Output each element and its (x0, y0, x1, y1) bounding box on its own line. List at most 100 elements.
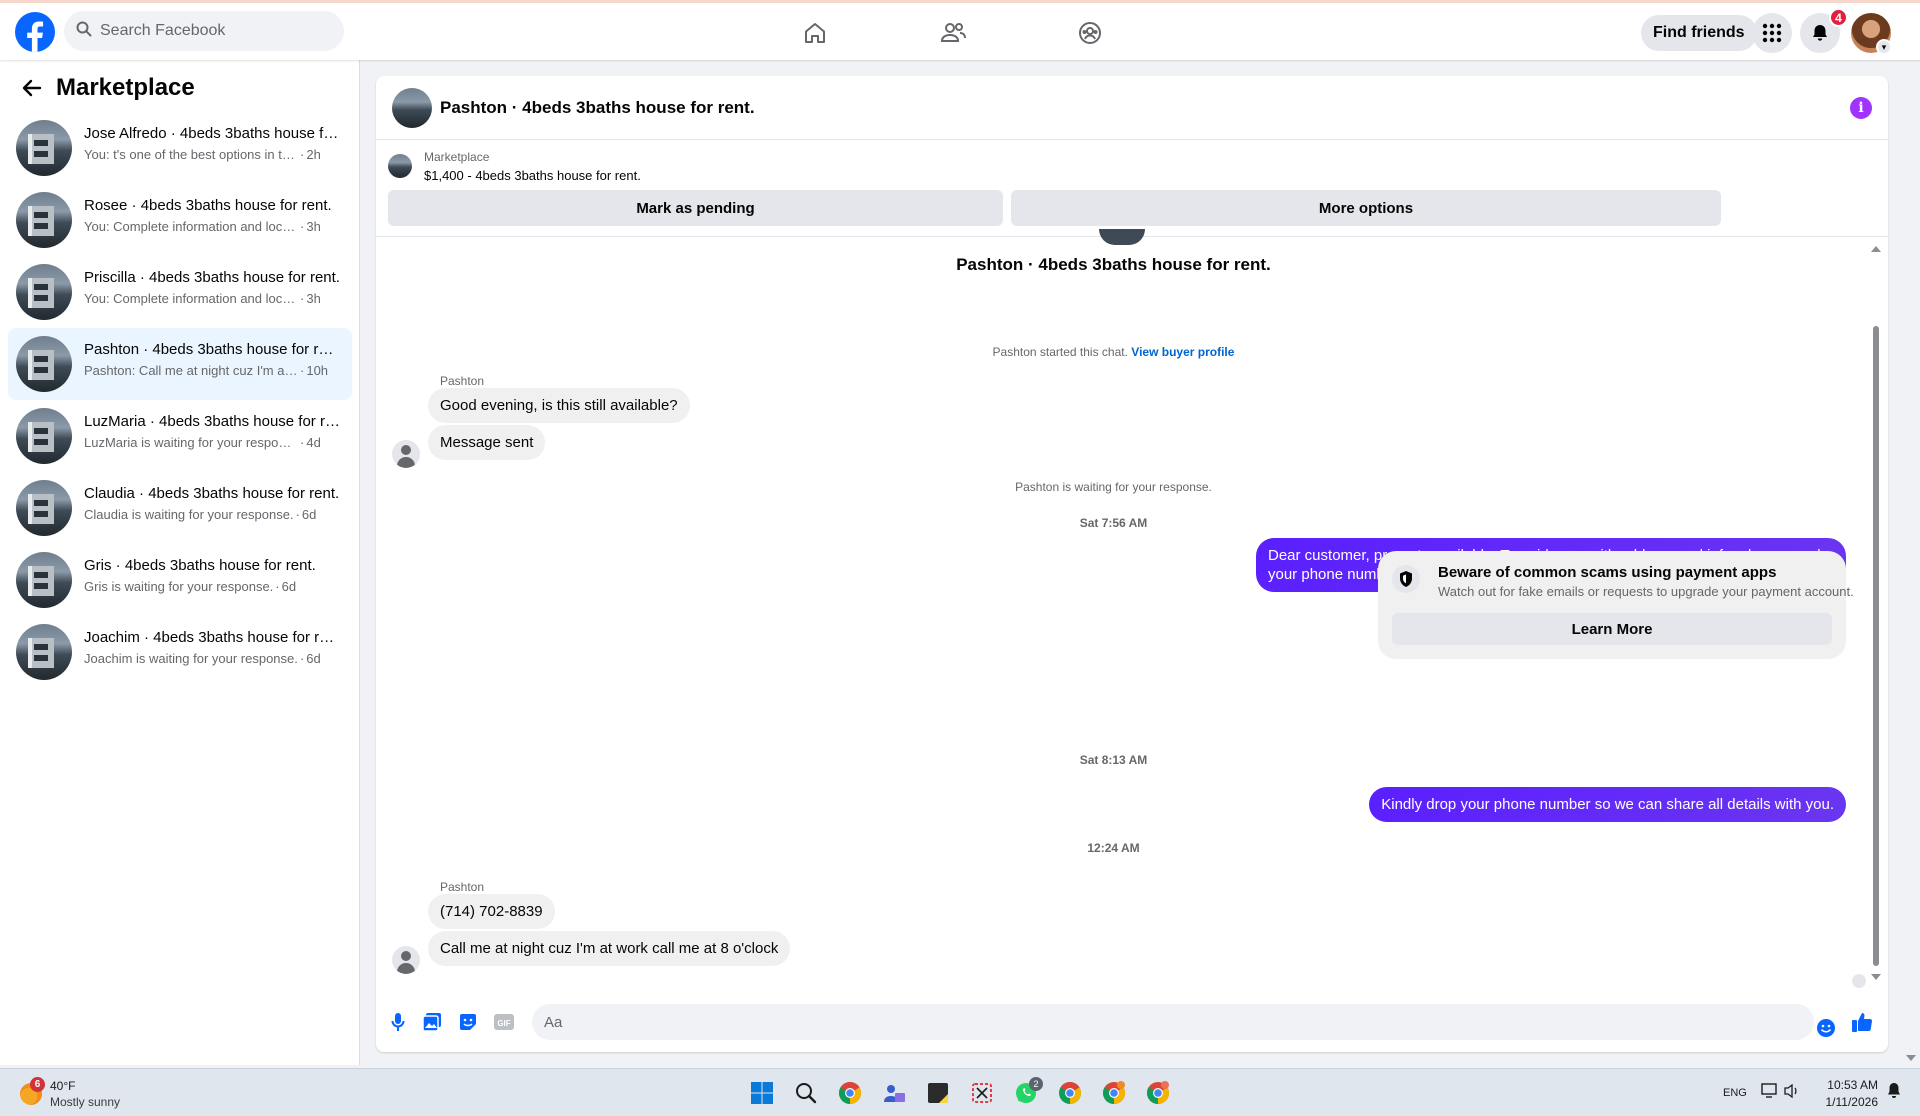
chat-started-text: Pashton started this chat. (992, 345, 1128, 359)
scam-warning-card: Beware of common scams using payment app… (1378, 551, 1854, 659)
view-buyer-profile-link[interactable]: View buyer profile (1131, 345, 1234, 359)
conversation-item[interactable]: LuzMaria · 4beds 3baths house for rent. … (8, 400, 352, 472)
search-bar[interactable] (64, 11, 344, 51)
sidebar-title: Marketplace (56, 74, 195, 101)
incoming-message[interactable]: Good evening, is this still available? (428, 388, 690, 423)
chrome-icon[interactable] (1056, 1079, 1084, 1107)
conversation-item[interactable]: Priscilla · 4beds 3baths house for rent.… (8, 256, 352, 328)
shield-icon (1392, 565, 1420, 593)
chrome-profile-3-icon[interactable] (1144, 1079, 1172, 1107)
groups-nav-icon[interactable] (1068, 15, 1112, 51)
scam-warning-title: Beware of common scams using payment app… (1438, 564, 1777, 581)
incoming-message[interactable]: Message sent (428, 425, 546, 460)
conversation-preview: LuzMaria is waiting for your response. · 4… (84, 435, 321, 450)
conversation-time: 6d (301, 507, 317, 522)
page-scroll-down-arrow-icon[interactable] (1906, 1055, 1916, 1061)
chrome-profile-2-icon[interactable] (1100, 1079, 1128, 1107)
listing-thumbnail-avatar (16, 552, 72, 608)
scroll-up-arrow-icon[interactable] (1871, 246, 1881, 252)
find-friends-button[interactable]: Find friends (1641, 15, 1757, 51)
gif-icon[interactable]: GIF (492, 1010, 516, 1034)
message-input[interactable] (532, 1004, 1814, 1040)
conversation-title: LuzMaria · 4beds 3baths house for rent. (84, 413, 340, 430)
weather-temperature[interactable]: 40°F (50, 1079, 75, 1093)
listing-thumbnail-avatar (16, 624, 72, 680)
sticker-icon[interactable] (456, 1010, 480, 1034)
conversation-snippet: LuzMaria is waiting for your response. (84, 435, 298, 450)
conversation-preview: You: Complete information and location · 3… (84, 219, 321, 234)
facebook-logo-icon[interactable] (15, 12, 55, 52)
people-app-icon[interactable] (880, 1079, 908, 1107)
sender-avatar[interactable] (392, 440, 420, 468)
message-composer: GIF (376, 996, 1888, 1052)
scam-warning-description: Watch out for fake emails or requests to… (1438, 584, 1854, 599)
conversation-item[interactable]: Rosee · 4beds 3baths house for rent. You… (8, 184, 352, 256)
sticky-notes-icon[interactable] (924, 1079, 952, 1107)
conversation-title: Rosee · 4beds 3baths house for rent. (84, 197, 332, 214)
waiting-notice: Pashton is waiting for your response. (1015, 480, 1212, 494)
thumbs-up-like-icon[interactable] (1850, 1010, 1874, 1034)
conversation-time: 10h (306, 363, 329, 378)
conversation-info-icon[interactable]: i (1850, 97, 1872, 119)
menu-grid-icon[interactable] (1752, 13, 1792, 53)
conversation-time: 6d (281, 579, 297, 594)
message-thread: Pashton · 4beds 3baths house for rent. P… (376, 229, 1888, 982)
scroll-down-arrow-icon[interactable] (1871, 974, 1881, 980)
conversation-snippet: Joachim is waiting for your response. (84, 651, 298, 666)
conversation-title: Pashton · 4beds 3baths house for rent. (84, 341, 340, 358)
thread-scrollbar[interactable] (1871, 246, 1881, 981)
mark-as-pending-button[interactable]: Mark as pending (388, 190, 1003, 226)
notification-center-bell-icon[interactable] (1884, 1081, 1904, 1101)
conversation-title: Claudia · 4beds 3baths house for rent. (84, 485, 340, 502)
windows-start-icon[interactable] (748, 1079, 776, 1107)
chat-header: Pashton · 4beds 3baths house for rent. i (376, 76, 1888, 140)
system-clock-date[interactable]: 1/11/2026 (1818, 1095, 1879, 1109)
volume-speaker-icon[interactable] (1782, 1081, 1802, 1101)
incoming-message[interactable]: Call me at night cuz I'm at work call me… (428, 931, 791, 966)
more-options-button[interactable]: More options (1011, 190, 1721, 226)
system-clock-time[interactable]: 10:53 AM (1818, 1078, 1878, 1092)
conversation-snippet: Claudia is waiting for your response. (84, 507, 294, 522)
taskbar-search-icon[interactable] (792, 1079, 820, 1107)
conversation-item[interactable]: Gris · 4beds 3baths house for rent. Gris… (8, 544, 352, 616)
conversation-item-active[interactable]: Pashton · 4beds 3baths house for rent. P… (8, 328, 352, 400)
conversation-preview: You: t's one of the best options in this… (84, 147, 321, 162)
friends-nav-icon[interactable] (931, 15, 975, 51)
conversation-item[interactable]: Jose Alfredo · 4beds 3baths house for re… (8, 112, 352, 184)
listing-thumbnail-avatar (16, 408, 72, 464)
photo-attach-icon[interactable] (420, 1010, 444, 1034)
input-language-indicator[interactable]: ENG (1723, 1087, 1747, 1099)
emoji-icon[interactable] (1814, 1016, 1838, 1040)
timestamp-divider: 12:24 AM (1087, 841, 1140, 855)
incoming-message[interactable]: (714) 702-8839 (428, 894, 555, 929)
account-chevron-down-icon[interactable]: ▾ (1876, 39, 1892, 55)
sender-avatar[interactable] (392, 946, 420, 974)
back-arrow-icon[interactable] (16, 72, 48, 104)
listing-price-title: $1,400 - 4beds 3baths house for rent. (424, 168, 641, 183)
windows-taskbar: 6 40°F Mostly sunny 2 ENG 10:53 AM 1/11/… (0, 1068, 1920, 1116)
chat-panel: Pashton · 4beds 3baths house for rent. i… (376, 76, 1888, 1052)
conversation-title: Joachim · 4beds 3baths house for rent. (84, 629, 340, 646)
chat-avatar[interactable] (392, 88, 432, 128)
listing-thumbnail-avatar (16, 264, 72, 320)
chat-title[interactable]: Pashton · 4beds 3baths house for rent. (440, 98, 755, 118)
home-nav-icon[interactable] (793, 15, 837, 51)
conversation-item[interactable]: Claudia · 4beds 3baths house for rent. C… (8, 472, 352, 544)
svg-text:GIF: GIF (497, 1019, 510, 1028)
conversation-item[interactable]: Joachim · 4beds 3baths house for rent. J… (8, 616, 352, 688)
search-input[interactable] (100, 22, 320, 40)
chrome-profile-icon[interactable] (836, 1079, 864, 1107)
microphone-icon[interactable] (386, 1010, 410, 1034)
conversation-preview: Claudia is waiting for your response. · 6d (84, 507, 317, 522)
conversation-preview: Pashton: Call me at night cuz I'm at wor… (84, 363, 329, 378)
scrollbar-thumb[interactable] (1873, 326, 1879, 966)
listing-thumbnail-avatar (16, 120, 72, 176)
outgoing-message[interactable]: Kindly drop your phone number so we can … (1369, 787, 1846, 822)
learn-more-button[interactable]: Learn More (1392, 613, 1832, 645)
weather-description[interactable]: Mostly sunny (50, 1095, 120, 1109)
conversation-snippet: You: t's one of the best options in this… (84, 147, 298, 162)
snipping-tool-icon[interactable] (968, 1079, 996, 1107)
notification-count-badge: 4 (1829, 8, 1848, 27)
conversation-snippet: Gris is waiting for your response. (84, 579, 274, 594)
network-display-icon[interactable] (1760, 1081, 1780, 1101)
